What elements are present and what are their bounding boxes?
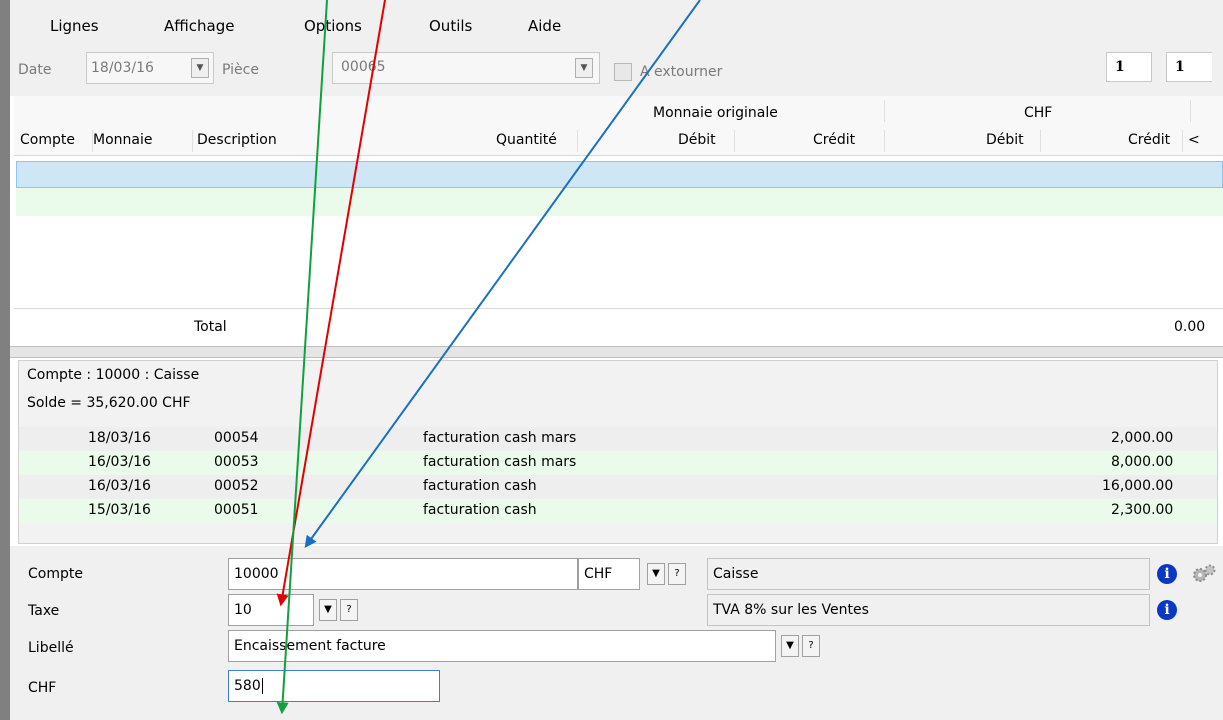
chf-label: CHF — [28, 680, 57, 696]
date-value: 18/03/16 — [91, 60, 154, 76]
header-separator — [1040, 130, 1041, 152]
col-more-button[interactable]: < — [1188, 132, 1200, 148]
menu-affichage[interactable]: Affichage — [164, 17, 234, 35]
piece-label: Pièce — [222, 62, 259, 78]
col-quantite[interactable]: Quantité — [496, 132, 557, 148]
total-row: Total 0.00 — [14, 308, 1223, 346]
history-date: 16/03/16 — [88, 454, 151, 470]
piece-combo[interactable]: 00065 ▼ — [332, 52, 600, 84]
extourner-checkbox[interactable] — [614, 63, 632, 81]
compte-label: Compte — [28, 566, 83, 582]
grid-header: Monnaie originale CHF Compte Monnaie Des… — [14, 96, 1223, 156]
col-debit-original[interactable]: Débit — [678, 132, 716, 148]
history-description: facturation cash mars — [423, 454, 577, 470]
header-separator — [192, 130, 193, 152]
history-row: 15/03/16 00051 facturation cash 2,300.00 — [19, 499, 1217, 523]
total-value: 0.00 — [1174, 319, 1206, 335]
chf-amount-value: 580 — [234, 678, 261, 694]
history-piece: 00051 — [214, 502, 259, 518]
col-credit-original[interactable]: Crédit — [813, 132, 855, 148]
header-separator — [734, 130, 735, 152]
header-separator — [92, 130, 93, 152]
piece-dropdown-button[interactable]: ▼ — [575, 58, 593, 78]
account-info-panel: Compte : 10000 : Caisse Solde = 35,620.0… — [18, 360, 1218, 544]
libelle-label: Libellé — [28, 640, 74, 656]
compte-input[interactable]: 10000 — [228, 558, 578, 590]
info-icon[interactable]: i — [1157, 564, 1177, 584]
col-description[interactable]: Description — [197, 132, 277, 148]
history-amount: 2,300.00 — [1111, 502, 1174, 518]
taxe-name-display: TVA 8% sur les Ventes — [707, 594, 1150, 626]
menu-options[interactable]: Options — [304, 17, 362, 35]
history-row: 18/03/16 00054 facturation cash mars 2,0… — [19, 427, 1217, 451]
date-combo[interactable]: 18/03/16 ▼ — [86, 52, 214, 84]
libelle-input[interactable]: Encaissement facture — [228, 630, 776, 662]
history-row: 16/03/16 00053 facturation cash mars 8,0… — [19, 451, 1217, 475]
grid-row[interactable] — [16, 188, 1223, 216]
piece-value: 00065 — [341, 59, 386, 75]
col-compte[interactable]: Compte — [20, 132, 75, 148]
col-monnaie[interactable]: Monnaie — [93, 132, 152, 148]
account-name-display: Caisse — [707, 558, 1150, 590]
header-separator — [1190, 100, 1191, 122]
date-dropdown-button[interactable]: ▼ — [191, 58, 209, 78]
total-label: Total — [194, 319, 227, 335]
history-date: 18/03/16 — [88, 430, 151, 446]
menu-bar: Lignes Affichage Options Outils Aide — [10, 0, 1223, 42]
history-amount: 16,000.00 — [1102, 478, 1174, 494]
history-date: 16/03/16 — [88, 478, 151, 494]
header-separator — [1182, 130, 1183, 152]
chf-amount-input[interactable]: 580 — [228, 670, 440, 702]
history-description: facturation cash — [423, 502, 537, 518]
header-separator — [884, 100, 885, 122]
page-current-field[interactable]: 1 — [1106, 52, 1152, 82]
currency-dropdown-button[interactable]: ▼ — [647, 563, 665, 585]
compte-help-button[interactable]: ? — [668, 563, 686, 585]
history-piece: 00052 — [214, 478, 259, 494]
history-date: 15/03/16 — [88, 502, 151, 518]
currency-field[interactable]: CHF — [578, 558, 640, 590]
libelle-help-button[interactable]: ? — [802, 635, 820, 657]
taxe-dropdown-button[interactable]: ▼ — [319, 599, 337, 621]
history-description: facturation cash — [423, 478, 537, 494]
document-toolbar: Date 18/03/16 ▼ Pièce 00065 ▼ A extourne… — [10, 42, 1223, 96]
account-line: Compte : 10000 : Caisse — [27, 367, 200, 383]
menu-aide[interactable]: Aide — [528, 17, 561, 35]
col-debit-chf[interactable]: Débit — [986, 132, 1024, 148]
libelle-dropdown-button[interactable]: ▼ — [781, 635, 799, 657]
col-credit-chf[interactable]: Crédit — [1128, 132, 1170, 148]
history-description: facturation cash mars — [423, 430, 577, 446]
taxe-help-button[interactable]: ? — [340, 599, 358, 621]
date-label: Date — [18, 62, 52, 78]
history-amount: 8,000.00 — [1111, 454, 1174, 470]
info-icon[interactable]: i — [1157, 600, 1177, 620]
header-separator — [577, 130, 578, 152]
extourner-label: A extourner — [640, 64, 723, 80]
menu-lignes[interactable]: Lignes — [50, 17, 99, 35]
taxe-label: Taxe — [28, 603, 60, 619]
history-piece: 00054 — [214, 430, 259, 446]
taxe-input[interactable]: 10 — [228, 594, 314, 626]
pane-splitter[interactable] — [10, 346, 1223, 358]
window-frame-left — [0, 0, 10, 720]
grid-row-selected[interactable] — [16, 161, 1223, 188]
gears-icon[interactable] — [1190, 562, 1218, 586]
history-amount: 2,000.00 — [1111, 430, 1174, 446]
text-cursor — [261, 678, 263, 694]
group-chf: CHF — [1024, 105, 1053, 121]
history-row: 16/03/16 00052 facturation cash 16,000.0… — [19, 475, 1217, 499]
balance-line: Solde = 35,620.00 CHF — [27, 395, 191, 411]
header-separator — [884, 130, 885, 152]
entry-form: Compte 10000 CHF ▼ ? Caisse i Taxe 10 ▼ … — [10, 546, 1223, 720]
history-piece: 00053 — [214, 454, 259, 470]
group-original-currency: Monnaie originale — [653, 105, 778, 121]
page-total-field: 1 — [1166, 52, 1212, 82]
menu-outils[interactable]: Outils — [429, 17, 472, 35]
